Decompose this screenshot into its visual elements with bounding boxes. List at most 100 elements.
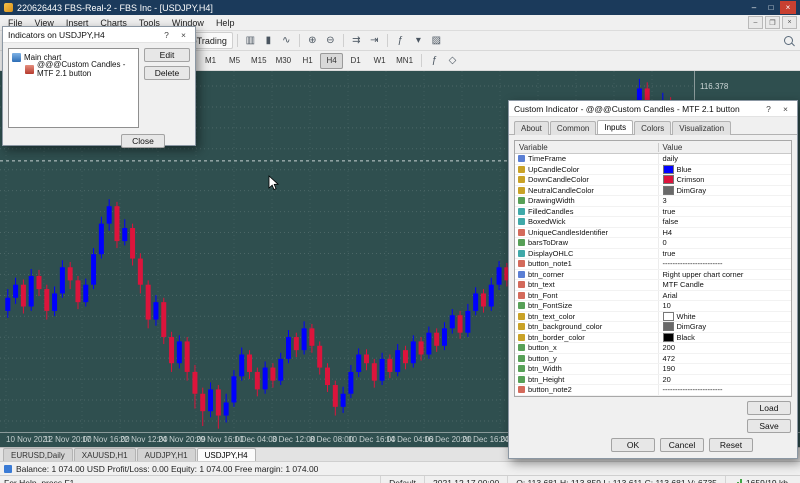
parameter-value-cell[interactable]: MTF Candle <box>659 280 791 290</box>
templates-icon[interactable]: ▨ <box>428 33 445 48</box>
parameter-row[interactable]: button_note1------------------------ <box>515 259 791 270</box>
profile-segment[interactable]: Default <box>380 476 424 483</box>
parameter-row[interactable]: DownCandleColorCrimson <box>515 175 791 186</box>
child-restore-button[interactable]: ❐ <box>765 16 780 29</box>
reset-button[interactable]: Reset <box>709 438 753 452</box>
parameter-row[interactable]: FilledCandlestrue <box>515 207 791 218</box>
chart-tab-xauusd-h1[interactable]: XAUUSD,H1 <box>74 448 136 461</box>
tab-common[interactable]: Common <box>550 121 596 135</box>
parameter-row[interactable]: DrawingWidth3 <box>515 196 791 207</box>
parameter-row[interactable]: NeutralCandleColorDimGray <box>515 186 791 197</box>
load-button[interactable]: Load <box>747 401 791 415</box>
search-icon[interactable] <box>780 33 797 48</box>
parameter-row[interactable]: UniqueCandlesIdentifierH4 <box>515 228 791 239</box>
parameter-value-cell[interactable]: 20 <box>659 375 791 385</box>
parameter-value-cell[interactable]: Right upper chart corner <box>659 270 791 280</box>
tab-visualization[interactable]: Visualization <box>672 121 731 135</box>
parameter-row[interactable]: button_y472 <box>515 354 791 365</box>
tab-about[interactable]: About <box>514 121 549 135</box>
parameter-value-cell[interactable]: White <box>659 312 791 322</box>
chart-tab-eurusd-daily[interactable]: EURUSD,Daily <box>3 448 73 461</box>
chart-shift-icon[interactable]: ⇥ <box>366 33 383 48</box>
parameter-value-cell[interactable]: H4 <box>659 228 791 238</box>
tab-inputs[interactable]: Inputs <box>597 120 633 134</box>
parameter-value-cell[interactable]: daily <box>659 154 791 164</box>
parameter-value-cell[interactable]: 472 <box>659 354 791 364</box>
ok-button[interactable]: OK <box>611 438 655 452</box>
timeframe-w1-button[interactable]: W1 <box>368 53 391 69</box>
auto-scroll-icon[interactable]: ⇉ <box>348 33 365 48</box>
parameter-value-cell[interactable]: 0 <box>659 238 791 248</box>
close-dialog-button[interactable]: Close <box>121 134 165 148</box>
parameter-row[interactable]: btn_Width190 <box>515 364 791 375</box>
edit-button[interactable]: Edit <box>144 48 190 62</box>
parameter-row[interactable]: button_note2------------------------ <box>515 385 791 396</box>
parameters-table[interactable]: Variable Value TimeFramedailyUpCandleCol… <box>514 140 792 397</box>
timeframe-m15-button[interactable]: M15 <box>247 53 271 69</box>
parameter-row[interactable]: button_x200 <box>515 343 791 354</box>
parameter-row[interactable]: btn_border_colorBlack <box>515 333 791 344</box>
parameter-value-cell[interactable]: DimGray <box>659 322 791 332</box>
line-chart-icon[interactable]: ∿ <box>278 33 295 48</box>
parameter-value-cell[interactable]: ------------------------ <box>659 259 791 269</box>
maximize-button[interactable]: □ <box>763 1 779 14</box>
dialog-help-button[interactable]: ? <box>160 29 173 41</box>
timeframe-h1-button[interactable]: H1 <box>296 53 319 69</box>
candle-chart-icon[interactable]: ▮ <box>260 33 277 48</box>
quick-indicators-icon[interactable]: ƒ <box>426 53 443 68</box>
parameter-value-cell[interactable]: Arial <box>659 291 791 301</box>
dialog-close-icon[interactable]: × <box>177 29 190 41</box>
parameter-row[interactable]: btn_Height20 <box>515 375 791 386</box>
parameter-value-cell[interactable]: Black <box>659 333 791 343</box>
indicators-dialog-titlebar[interactable]: Indicators on USDJPY,H4 ? × <box>3 27 195 43</box>
dialog-close-icon[interactable]: × <box>779 103 792 115</box>
parameter-value-cell[interactable]: true <box>659 249 791 259</box>
parameter-value-cell[interactable]: 3 <box>659 196 791 206</box>
parameter-row[interactable]: btn_background_colorDimGray <box>515 322 791 333</box>
parameter-row[interactable]: btn_cornerRight upper chart corner <box>515 270 791 281</box>
timeframe-m5-button[interactable]: M5 <box>223 53 246 69</box>
parameter-value-cell[interactable]: Blue <box>659 165 791 175</box>
parameter-row[interactable]: btn_FontArial <box>515 291 791 302</box>
parameter-row[interactable]: BoxedWickfalse <box>515 217 791 228</box>
timeframe-d1-button[interactable]: D1 <box>344 53 367 69</box>
timeframe-mn1-button[interactable]: MN1 <box>392 53 417 69</box>
chart-tab-usdjpy-h4[interactable]: USDJPY,H4 <box>197 448 256 461</box>
parameter-row[interactable]: btn_FontSize10 <box>515 301 791 312</box>
parameter-row[interactable]: barsToDraw0 <box>515 238 791 249</box>
zoom-out-icon[interactable]: ⊖ <box>322 33 339 48</box>
parameter-value-cell[interactable]: 200 <box>659 343 791 353</box>
parameter-row[interactable]: UpCandleColorBlue <box>515 165 791 176</box>
parameter-value-cell[interactable]: Crimson <box>659 175 791 185</box>
parameter-value-cell[interactable]: DimGray <box>659 186 791 196</box>
timeframe-h4-button[interactable]: H4 <box>320 53 343 69</box>
tree-item-indicator[interactable]: @@@Custom Candles - MTF 2.1 button <box>9 63 138 75</box>
timeframe-m1-button[interactable]: M1 <box>199 53 222 69</box>
indicators-icon[interactable]: ƒ <box>392 33 409 48</box>
chart-tab-audjpy-h1[interactable]: AUDJPY,H1 <box>137 448 196 461</box>
custom-indicator-dialog-titlebar[interactable]: Custom Indicator - @@@Custom Candles - M… <box>509 101 797 117</box>
parameter-row[interactable]: TimeFramedaily <box>515 154 791 165</box>
connection-segment[interactable]: 1659/19 kb <box>725 476 796 483</box>
parameter-value-cell[interactable]: 190 <box>659 364 791 374</box>
indicators-tree[interactable]: Main chart @@@Custom Candles - MTF 2.1 b… <box>8 48 139 128</box>
parameter-value-cell[interactable]: 10 <box>659 301 791 311</box>
parameter-value-cell[interactable]: false <box>659 217 791 227</box>
zoom-in-icon[interactable]: ⊕ <box>304 33 321 48</box>
close-button[interactable]: × <box>780 1 796 14</box>
timeframe-m30-button[interactable]: M30 <box>272 53 296 69</box>
periods-dropdown-icon[interactable]: ▾ <box>410 33 427 48</box>
parameter-value-cell[interactable]: ------------------------ <box>659 385 791 395</box>
minimize-button[interactable]: – <box>746 1 762 14</box>
delete-button[interactable]: Delete <box>144 66 190 80</box>
parameter-value-cell[interactable]: true <box>659 207 791 217</box>
parameter-row[interactable]: DisplayOHLCtrue <box>515 249 791 260</box>
save-button[interactable]: Save <box>747 419 791 433</box>
objects-list-icon[interactable]: ◇ <box>444 53 461 68</box>
child-minimize-button[interactable]: – <box>748 16 763 29</box>
bar-chart-icon[interactable]: ▥ <box>242 33 259 48</box>
dialog-help-button[interactable]: ? <box>762 103 775 115</box>
tab-colors[interactable]: Colors <box>634 121 671 135</box>
child-close-button[interactable]: × <box>782 16 797 29</box>
parameter-row[interactable]: btn_text_colorWhite <box>515 312 791 323</box>
